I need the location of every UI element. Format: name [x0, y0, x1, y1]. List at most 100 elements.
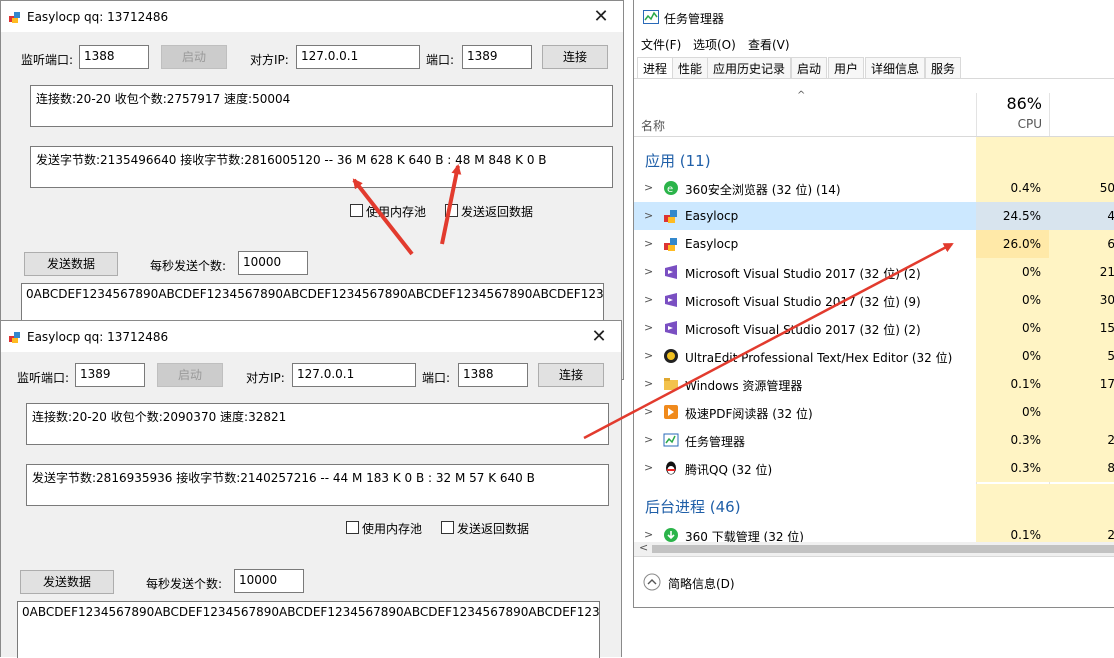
- tab-startup[interactable]: 启动: [791, 57, 828, 79]
- expand-chevron-icon[interactable]: >: [644, 349, 653, 362]
- send-data-button[interactable]: 发送数据: [24, 252, 118, 276]
- process-name: Easylocp: [685, 237, 739, 251]
- listen-port-label: 监听端口:: [17, 371, 70, 385]
- expand-chevron-icon[interactable]: >: [644, 433, 653, 446]
- bytes-box: 发送字节数:2816935936 接收字节数:2140257216 -- 44 …: [26, 464, 609, 506]
- name-column-header[interactable]: 名称: [641, 117, 665, 134]
- process-memory: 30: [1049, 286, 1114, 314]
- scroll-left-icon[interactable]: <: [639, 541, 648, 554]
- process-row[interactable]: > Easylocp 24.5%4: [634, 202, 1114, 230]
- process-memory: 50: [1049, 174, 1114, 202]
- use-memory-pool-checkbox[interactable]: [350, 204, 363, 217]
- listen-port-input[interactable]: 1389: [75, 363, 145, 387]
- process-name: Windows 资源管理器: [685, 379, 803, 393]
- port-input[interactable]: 1389: [462, 45, 532, 69]
- process-memory: 2: [1049, 426, 1114, 454]
- group-bg: [976, 137, 1114, 174]
- expand-chevron-icon[interactable]: >: [644, 293, 653, 306]
- window-title: Easylocp qq: 13712486: [27, 330, 169, 344]
- pdf-reader-icon: [664, 405, 678, 419]
- process-row[interactable]: > 任务管理器 0.3%2: [634, 426, 1114, 454]
- listen-port-input[interactable]: 1388: [79, 45, 149, 69]
- tab-performance[interactable]: 性能: [672, 57, 709, 79]
- easylocp-window-2: Easylocp qq: 13712486 ✕ 监听端口: 1389 启动 对方…: [0, 320, 622, 658]
- send-back-label: 发送返回数据: [461, 205, 534, 219]
- browser-360-icon: e: [664, 181, 678, 195]
- sort-arrow-icon[interactable]: ^: [797, 90, 805, 101]
- expand-chevron-icon[interactable]: >: [644, 405, 653, 418]
- collapse-chevron-icon[interactable]: [643, 573, 661, 591]
- process-row[interactable]: > Microsoft Visual Studio 2017 (32 位) (2)…: [634, 258, 1114, 286]
- download-360-icon: [664, 528, 678, 542]
- bytes-box: 发送字节数:2135496640 接收字节数:2816005120 -- 36 …: [30, 146, 613, 188]
- visual-studio-icon: [665, 321, 677, 335]
- footer-divider: [634, 556, 1114, 557]
- tab-users[interactable]: 用户: [828, 57, 865, 79]
- process-row[interactable]: > Microsoft Visual Studio 2017 (32 位) (9)…: [634, 286, 1114, 314]
- process-name: 360安全浏览器 (32 位) (14): [685, 183, 841, 197]
- process-row[interactable]: > Windows 资源管理器 0.1% 17: [634, 370, 1114, 398]
- process-row[interactable]: > Microsoft Visual Studio 2017 (32 位) (2)…: [634, 314, 1114, 342]
- close-button[interactable]: ✕: [579, 1, 623, 32]
- tab-app-history[interactable]: 应用历史记录: [707, 57, 792, 79]
- process-row[interactable]: > UltraEdit Professional Text/Hex Editor …: [634, 342, 1114, 370]
- use-memory-pool-label: 使用内存池: [366, 205, 427, 219]
- start-button[interactable]: 启动: [161, 45, 227, 69]
- process-memory: 17: [1049, 370, 1114, 398]
- peer-ip-input[interactable]: 127.0.0.1: [292, 363, 416, 387]
- stats-box: 连接数:20-20 收包个数:2090370 速度:32821: [26, 403, 609, 445]
- process-memory: 4: [1049, 202, 1114, 230]
- per-second-label: 每秒发送个数:: [146, 577, 223, 591]
- tab-details[interactable]: 详细信息: [865, 57, 926, 79]
- payload-textarea[interactable]: 0ABCDEF1234567890ABCDEF1234567890ABCDEF1…: [17, 601, 600, 658]
- scrollbar-thumb[interactable]: [652, 545, 1114, 553]
- process-memory: 8: [1049, 454, 1114, 482]
- qq-icon: [666, 461, 676, 475]
- tab-processes[interactable]: 进程: [637, 57, 674, 79]
- folder-icon: [664, 378, 678, 390]
- process-row[interactable]: > e 360安全浏览器 (32 位) (14) 0.4% 50: [634, 174, 1114, 202]
- send-back-checkbox[interactable]: [441, 521, 454, 534]
- fewer-details-link[interactable]: 简略信息(D): [668, 575, 735, 592]
- use-memory-pool-checkbox[interactable]: [346, 521, 359, 534]
- expand-chevron-icon[interactable]: >: [644, 321, 653, 334]
- process-row[interactable]: > 极速PDF阅读器 (32 位) 0%: [634, 398, 1114, 426]
- process-row[interactable]: > 腾讯QQ (32 位) 0.3%8: [634, 454, 1114, 482]
- expand-chevron-icon[interactable]: >: [644, 528, 653, 541]
- title-bar[interactable]: Easylocp qq: 13712486 ✕: [1, 1, 623, 32]
- process-name: Microsoft Visual Studio 2017 (32 位) (2): [685, 267, 921, 281]
- background-group-header[interactable]: 后台进程 (46): [645, 496, 741, 517]
- per-second-input[interactable]: 10000: [238, 251, 308, 275]
- send-data-button[interactable]: 发送数据: [20, 570, 114, 594]
- menu-options[interactable]: 选项(O): [693, 36, 736, 53]
- title-bar[interactable]: Easylocp qq: 13712486 ✕: [1, 321, 621, 352]
- per-second-input[interactable]: 10000: [234, 569, 304, 593]
- expand-chevron-icon[interactable]: >: [644, 209, 653, 222]
- expand-chevron-icon[interactable]: >: [644, 265, 653, 278]
- listen-port-label: 监听端口:: [21, 53, 74, 67]
- expand-chevron-icon[interactable]: >: [644, 181, 653, 194]
- expand-chevron-icon[interactable]: >: [644, 377, 653, 390]
- menu-view[interactable]: 查看(V): [748, 36, 790, 53]
- horizontal-scrollbar[interactable]: <: [634, 541, 1114, 556]
- process-row[interactable]: > Easylocp 26.0%6: [634, 230, 1114, 258]
- peer-ip-input[interactable]: 127.0.0.1: [296, 45, 420, 69]
- expand-chevron-icon[interactable]: >: [644, 461, 653, 474]
- connect-button[interactable]: 连接: [538, 363, 604, 387]
- peer-ip-label: 对方IP:: [250, 53, 289, 67]
- cpu-column-header[interactable]: CPU: [976, 117, 1042, 131]
- menu-file[interactable]: 文件(F): [641, 36, 681, 53]
- process-name: 任务管理器: [685, 435, 746, 449]
- connect-button[interactable]: 连接: [542, 45, 608, 69]
- port-input[interactable]: 1388: [458, 363, 528, 387]
- send-back-checkbox[interactable]: [445, 204, 458, 217]
- start-button[interactable]: 启动: [157, 363, 223, 387]
- expand-chevron-icon[interactable]: >: [644, 237, 653, 250]
- ultraedit-icon: [664, 349, 678, 363]
- close-button[interactable]: ✕: [577, 321, 621, 352]
- easylocp-icon: [9, 12, 20, 23]
- process-cpu: 0.4%: [976, 174, 1049, 202]
- tab-services[interactable]: 服务: [925, 57, 962, 79]
- process-cpu: 0%: [976, 398, 1049, 426]
- apps-group-header[interactable]: 应用 (11): [645, 150, 711, 171]
